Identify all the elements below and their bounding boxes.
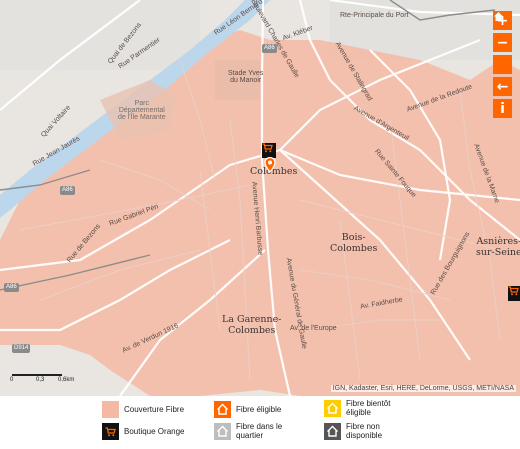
- legend-label: Fibre dans le quartier: [236, 422, 283, 440]
- legend-item-boutique-orange: Boutique Orange: [102, 423, 185, 440]
- location-pin-icon: [264, 157, 276, 173]
- road-shield: D914: [12, 344, 31, 353]
- legend-label: Fibre non disponible: [346, 422, 383, 440]
- legend-label: Boutique Orange: [124, 427, 185, 436]
- legend-item-fibre-bientot: Fibre bientôt éligible: [324, 399, 434, 417]
- scale-tick: 0: [10, 377, 14, 383]
- house-yellow-icon: [324, 399, 341, 417]
- city-label-bois-colombes: Bois- Colombes: [330, 232, 378, 254]
- legend-item-fibre-eligible: Fibre éligible: [214, 401, 281, 418]
- home-button[interactable]: [493, 12, 512, 74]
- legend: Couverture Fibre Fibre éligible Fibre bi…: [96, 397, 440, 449]
- park-label: Parc Départemental de l'Île Marante: [118, 100, 166, 121]
- map-canvas: [0, 0, 520, 396]
- stadium-label: Stade Yves du Manoir: [228, 70, 264, 84]
- home-icon: [494, 12, 503, 21]
- cart-icon: [262, 143, 273, 153]
- cart-icon: [102, 423, 119, 440]
- legend-item-couverture-fibre: Couverture Fibre: [102, 401, 184, 418]
- back-button[interactable]: ←: [493, 77, 512, 96]
- house-dark-icon: [324, 422, 341, 440]
- road-shield: A86: [4, 283, 19, 292]
- legend-label: Fibre bientôt éligible: [346, 399, 391, 417]
- legend-item-fibre-quartier: Fibre dans le quartier: [214, 422, 322, 440]
- map-view[interactable]: Quai de Bezons Quai Voltaire Rue Parment…: [0, 0, 520, 396]
- street-label: Rte-Principale du Port: [340, 12, 409, 19]
- legend-label: Couverture Fibre: [124, 405, 185, 414]
- map-attribution: IGN, Kadaster, Esri, HERE, DeLorme, USGS…: [330, 385, 516, 392]
- house-orange-icon: [214, 401, 231, 418]
- coverage-swatch: [102, 401, 119, 418]
- cart-icon: [508, 286, 519, 296]
- boutique-orange-marker[interactable]: [262, 143, 276, 158]
- legend-label: Fibre éligible: [236, 405, 282, 414]
- scale-tick: 0,6km: [58, 377, 75, 383]
- scale-tick: 0,3: [36, 377, 45, 383]
- road-shield: A86: [262, 44, 277, 53]
- city-label-asnieres: Asnières- sur-Seine: [476, 236, 520, 258]
- map-controls: + − ← i: [493, 11, 512, 118]
- legend-item-fibre-non-disponible: Fibre non disponible: [324, 422, 434, 440]
- zoom-out-button[interactable]: −: [493, 33, 512, 52]
- city-label-la-garenne-colombes: La Garenne- Colombes: [222, 314, 282, 336]
- house-grey-icon: [214, 422, 231, 440]
- info-button[interactable]: i: [493, 99, 512, 118]
- boutique-orange-marker[interactable]: [508, 286, 520, 301]
- road-shield: A86: [60, 186, 75, 195]
